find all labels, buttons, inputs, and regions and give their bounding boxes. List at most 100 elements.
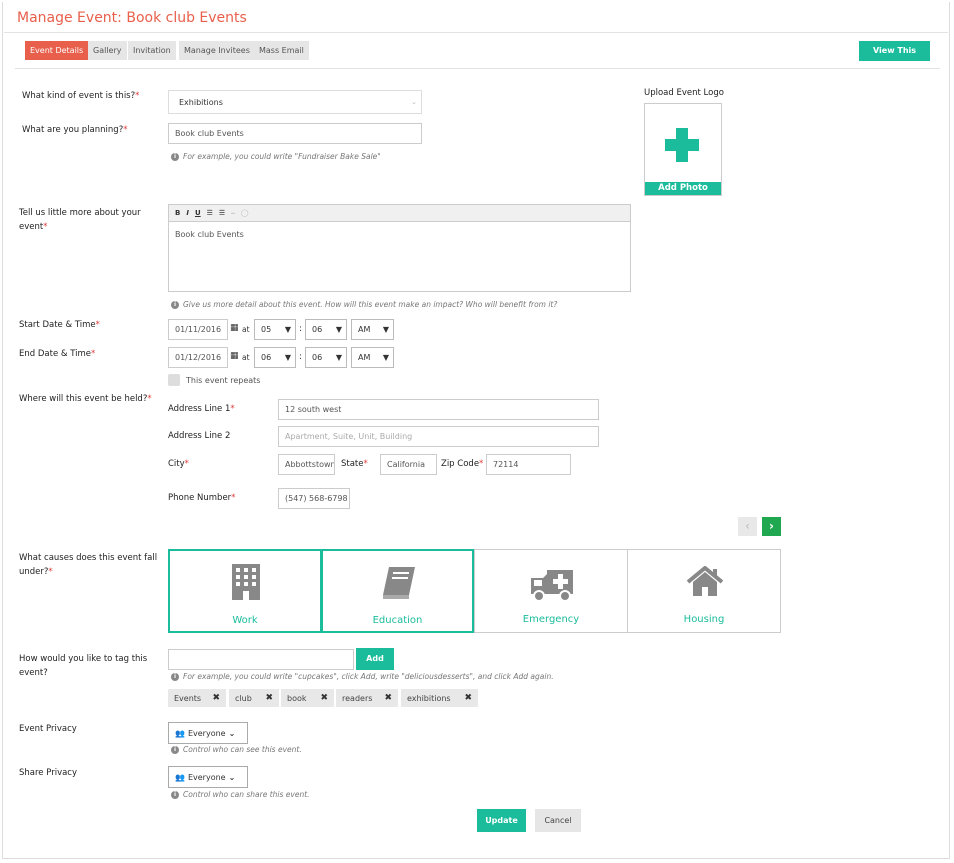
tab-manage-invitees[interactable]: Manage Invitees (179, 41, 255, 60)
end-colon: : (299, 352, 303, 362)
cause-education-label: Education (372, 615, 423, 626)
repeats-checkbox[interactable] (168, 374, 180, 386)
phone-input[interactable]: (547) 568-6798 (278, 488, 350, 509)
house-icon (686, 566, 724, 596)
start-date-input[interactable]: 01/11/2016 (168, 319, 228, 340)
tags-hint: i For example, you could write "cupcakes"… (171, 672, 554, 681)
bullet-list-icon[interactable]: ☰ (207, 209, 213, 217)
cause-work-label: Work (232, 615, 258, 626)
zip-label: Zip Code* (441, 459, 484, 469)
tab-invitation[interactable]: Invitation (128, 41, 176, 60)
cause-emergency[interactable]: Emergency (474, 549, 628, 633)
remove-tag-icon[interactable]: ✖ (320, 693, 328, 703)
info-icon: i (171, 790, 179, 799)
caret-down-icon: ▼ (335, 353, 342, 362)
chevron-down-icon: ⌄ (411, 98, 417, 106)
zip-input[interactable]: 72114 (486, 454, 571, 475)
addr1-input[interactable]: 12 south west (278, 399, 599, 420)
end-hour-select[interactable]: 06 ▼ (254, 347, 296, 368)
start-label: Start Date & Time* (19, 320, 100, 330)
remove-tag-icon[interactable]: ✖ (384, 693, 392, 703)
italic-button[interactable]: I (186, 209, 189, 217)
info-icon: i (171, 300, 179, 309)
city-input[interactable]: Abbottstown (278, 454, 335, 475)
planning-label: What are you planning?* (22, 125, 128, 135)
plus-icon (665, 128, 699, 162)
tag-chip: readers ✖ (336, 689, 398, 707)
state-input[interactable]: California (380, 454, 437, 475)
end-date-input[interactable]: 01/12/2016 (168, 347, 228, 368)
location-label: Where will this event be held?* (19, 394, 152, 404)
link-icon[interactable]: ⎯ (231, 209, 235, 218)
end-ampm-select[interactable]: AM ▼ (351, 347, 394, 368)
repeats-label: This event repeats (186, 376, 261, 385)
causes-label: What causes does this event fall under?* (19, 553, 158, 577)
underline-button[interactable]: U (195, 209, 201, 217)
addr2-label: Address Line 2 (168, 431, 231, 441)
prev-arrow-button[interactable]: ‹ (738, 517, 757, 536)
users-icon: 👥 (175, 772, 185, 782)
remove-tag-icon[interactable]: ✖ (212, 693, 220, 703)
start-at-text: at (242, 325, 250, 334)
tab-mass-email[interactable]: Mass Email (254, 41, 309, 60)
logo-upload-box[interactable]: Add Photo (644, 103, 722, 196)
tag-input[interactable] (168, 649, 354, 670)
planning-hint: i For example, you could write "Fundraise… (171, 152, 381, 161)
state-label: State* (341, 459, 368, 469)
chevron-down-icon: ⌄ (228, 772, 236, 782)
end-minute-select[interactable]: 06 ▼ (305, 347, 347, 368)
editor-toolbar: B I U ☰ ☰ ⎯ ◯ (169, 205, 630, 222)
remove-tag-icon[interactable]: ✖ (464, 693, 472, 703)
bold-button[interactable]: B (175, 209, 180, 217)
start-ampm-select[interactable]: AM ▼ (351, 319, 394, 340)
phone-label: Phone Number* (168, 493, 236, 503)
ambulance-icon (531, 570, 573, 602)
planning-input[interactable]: Book club Events (168, 123, 422, 144)
update-button[interactable]: Update (477, 809, 526, 832)
description-hint: i Give us more detail about this event. H… (171, 300, 557, 309)
next-arrow-button[interactable]: › (762, 517, 781, 536)
add-tag-button[interactable]: Add (356, 648, 394, 670)
start-colon: : (299, 324, 303, 334)
cancel-button[interactable]: Cancel (535, 809, 581, 832)
info-icon: i (171, 745, 179, 754)
tag-chip: exhibitions ✖ (401, 689, 478, 707)
addr1-label: Address Line 1* (168, 404, 235, 414)
logo-label: Upload Event Logo (644, 88, 724, 98)
cause-work[interactable]: Work (168, 549, 322, 633)
tag-chip: club ✖ (229, 689, 279, 707)
description-label: Tell us little more about your event* (19, 208, 141, 232)
description-editor[interactable]: B I U ☰ ☰ ⎯ ◯ Book club Events (168, 204, 631, 292)
event-kind-select[interactable]: Exhibitions ⌄ (168, 90, 422, 114)
share-privacy-hint: i Control who can share this event. (171, 790, 310, 799)
cause-housing-label: Housing (683, 614, 725, 625)
share-privacy-label: Share Privacy (19, 768, 78, 778)
tab-event-details[interactable]: Event Details (25, 41, 89, 60)
cause-education[interactable]: Education (321, 549, 474, 633)
calendar-icon[interactable]: ▦ (230, 323, 239, 333)
users-icon: 👥 (175, 728, 185, 738)
add-photo-button[interactable]: Add Photo (645, 182, 721, 195)
share-privacy-dropdown[interactable]: 👥 Everyone ⌄ (168, 766, 248, 788)
start-hour-select[interactable]: 05 ▼ (254, 319, 296, 340)
view-event-button[interactable]: View This Event (859, 41, 930, 75)
tag-chip: Events ✖ (168, 689, 226, 707)
event-privacy-dropdown[interactable]: 👥 Everyone ⌄ (168, 722, 248, 744)
cause-housing[interactable]: Housing (627, 549, 781, 633)
description-text[interactable]: Book club Events (169, 222, 630, 247)
caret-down-icon: ▼ (382, 325, 389, 334)
tab-gallery[interactable]: Gallery (88, 41, 127, 60)
tag-chip: book ✖ (281, 689, 334, 707)
title-divider (4, 32, 948, 33)
calendar-icon[interactable]: ▦ (230, 351, 239, 361)
tags-label: How would you like to tag this event? (19, 654, 148, 678)
remove-tag-icon[interactable]: ✖ (265, 693, 273, 703)
book-icon (383, 567, 415, 599)
start-minute-select[interactable]: 06 ▼ (305, 319, 347, 340)
unlink-icon[interactable]: ◯ (241, 209, 249, 217)
info-icon: i (171, 152, 179, 161)
cause-emergency-label: Emergency (522, 614, 580, 625)
caret-down-icon: ▼ (382, 353, 389, 362)
numbered-list-icon[interactable]: ☰ (219, 209, 225, 217)
addr2-input[interactable]: Apartment, Suite, Unit, Building (278, 426, 599, 447)
